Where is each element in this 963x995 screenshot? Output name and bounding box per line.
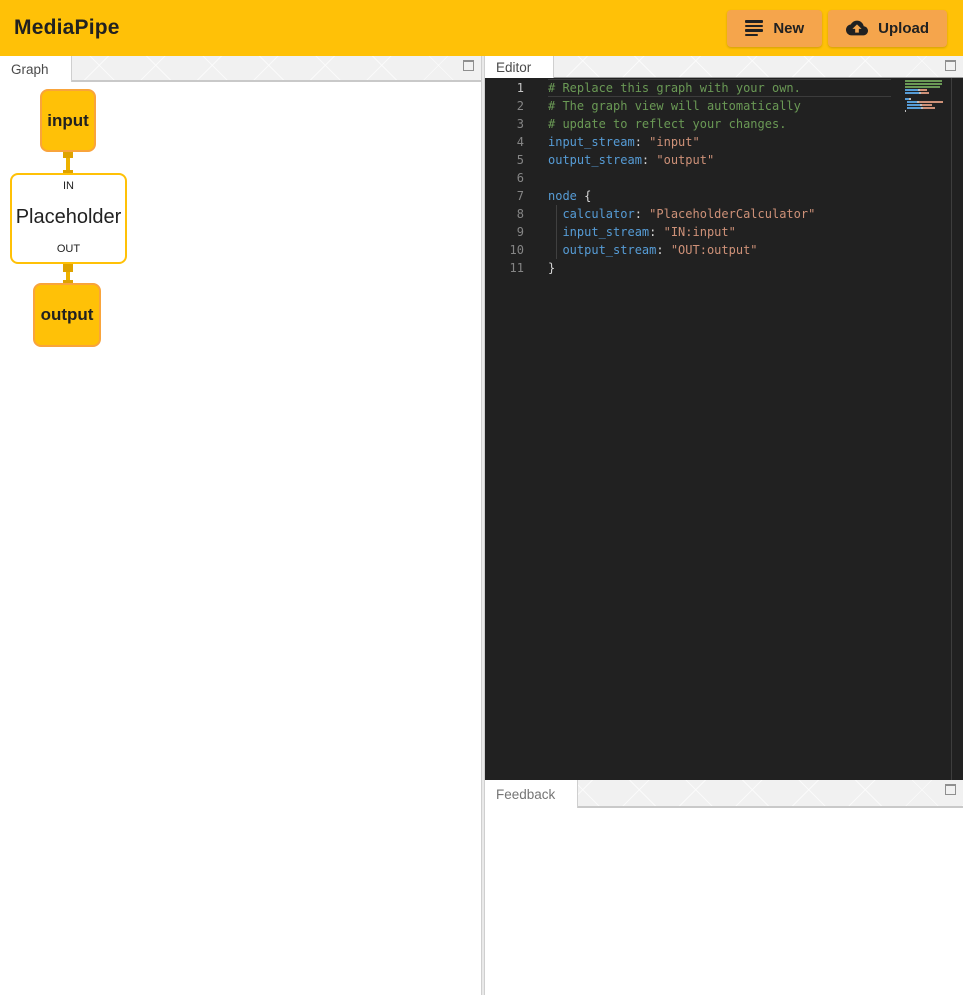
editor-line-3[interactable]: 3# update to reflect your changes. bbox=[485, 115, 891, 133]
editor-line-4[interactable]: 4input_stream: "input" bbox=[485, 133, 891, 151]
minimap-line bbox=[905, 89, 943, 91]
graph-maximize-icon[interactable] bbox=[463, 60, 474, 71]
placeholder-in-label: IN bbox=[63, 180, 74, 192]
graph-panel: Graph input IN Placeholder bbox=[0, 56, 481, 995]
line-content bbox=[548, 169, 891, 187]
cloud-upload-icon bbox=[846, 19, 868, 37]
header-buttons: New Upload bbox=[727, 10, 947, 47]
new-button-label: New bbox=[773, 20, 804, 37]
line-number: 5 bbox=[485, 151, 548, 169]
line-number: 4 bbox=[485, 133, 548, 151]
feedback-tab-label: Feedback bbox=[496, 787, 555, 802]
editor-minimap[interactable] bbox=[905, 80, 943, 113]
line-content: # update to reflect your changes. bbox=[548, 115, 891, 133]
graph-node-input[interactable]: input bbox=[40, 89, 96, 152]
editor-line-11[interactable]: 11} bbox=[485, 259, 891, 277]
minimap-line bbox=[905, 86, 943, 88]
tab-graph[interactable]: Graph bbox=[0, 56, 72, 82]
line-number: 6 bbox=[485, 169, 548, 187]
subject-icon bbox=[745, 20, 763, 36]
line-content: # The graph view will automatically bbox=[548, 97, 891, 115]
line-number: 3 bbox=[485, 115, 548, 133]
app-title: MediaPipe bbox=[14, 16, 120, 40]
editor-line-2[interactable]: 2# The graph view will automatically bbox=[485, 97, 891, 115]
editor-scrollbar[interactable] bbox=[951, 78, 952, 780]
upload-button[interactable]: Upload bbox=[828, 10, 947, 47]
minimap-line bbox=[905, 104, 943, 106]
editor-tab-row: Editor bbox=[485, 56, 963, 78]
editor-line-8[interactable]: 8 calculator: "PlaceholderCalculator" bbox=[485, 205, 891, 223]
minimap-line bbox=[905, 80, 943, 82]
line-content: output_stream: "output" bbox=[548, 151, 891, 169]
line-number: 11 bbox=[485, 259, 548, 277]
line-number: 7 bbox=[485, 187, 548, 205]
editor-line-10[interactable]: 10 output_stream: "OUT:output" bbox=[485, 241, 891, 259]
placeholder-node-label: Placeholder bbox=[16, 206, 122, 229]
output-node-label: output bbox=[41, 305, 94, 325]
line-content: } bbox=[548, 259, 891, 277]
line-content: input_stream: "IN:input" bbox=[548, 223, 891, 241]
minimap-line bbox=[905, 110, 943, 112]
tab-feedback[interactable]: Feedback bbox=[485, 780, 578, 808]
line-content: # Replace this graph with your own. bbox=[548, 79, 891, 97]
tab-editor[interactable]: Editor bbox=[485, 56, 554, 78]
app-header: MediaPipe New Upload bbox=[0, 0, 963, 56]
editor-tab-label: Editor bbox=[496, 60, 531, 75]
line-number: 10 bbox=[485, 241, 548, 259]
graph-tab-label: Graph bbox=[11, 62, 49, 77]
line-content: input_stream: "input" bbox=[548, 133, 891, 151]
right-panel: Editor 1# Replace this graph with your o… bbox=[485, 56, 963, 995]
minimap-line bbox=[905, 83, 943, 85]
minimap-line bbox=[905, 101, 943, 103]
line-number: 1 bbox=[485, 79, 548, 97]
editor-maximize-icon[interactable] bbox=[945, 60, 956, 71]
upload-button-label: Upload bbox=[878, 20, 929, 37]
editor-line-6[interactable]: 6 bbox=[485, 169, 891, 187]
graph-node-placeholder[interactable]: IN Placeholder OUT bbox=[10, 173, 127, 264]
line-number: 9 bbox=[485, 223, 548, 241]
minimap-line bbox=[905, 95, 943, 97]
graph-tab-row: Graph bbox=[0, 56, 481, 82]
graph-node-output[interactable]: output bbox=[33, 283, 101, 347]
line-content: calculator: "PlaceholderCalculator" bbox=[548, 205, 891, 223]
line-number: 8 bbox=[485, 205, 548, 223]
minimap-line bbox=[905, 98, 943, 100]
placeholder-out-label: OUT bbox=[57, 243, 80, 255]
minimap-line bbox=[905, 92, 943, 94]
main-split: Graph input IN Placeholder bbox=[0, 56, 963, 995]
editor-line-9[interactable]: 9 input_stream: "IN:input" bbox=[485, 223, 891, 241]
code-editor[interactable]: 1# Replace this graph with your own.2# T… bbox=[485, 78, 963, 780]
line-number: 2 bbox=[485, 97, 548, 115]
editor-code-lines[interactable]: 1# Replace this graph with your own.2# T… bbox=[485, 78, 891, 277]
minimap-line bbox=[905, 107, 943, 109]
mediapipe-visualizer-app: MediaPipe New Upload Graph bbox=[0, 0, 963, 995]
feedback-tab-row: Feedback bbox=[485, 780, 963, 808]
line-content: node { bbox=[548, 187, 891, 205]
line-content: output_stream: "OUT:output" bbox=[548, 241, 891, 259]
input-node-label: input bbox=[47, 111, 89, 131]
graph-canvas[interactable]: input IN Placeholder OUT output bbox=[0, 82, 481, 995]
feedback-panel-body bbox=[485, 808, 963, 995]
feedback-maximize-icon[interactable] bbox=[945, 784, 956, 795]
editor-line-5[interactable]: 5output_stream: "output" bbox=[485, 151, 891, 169]
editor-line-7[interactable]: 7node { bbox=[485, 187, 891, 205]
editor-line-1[interactable]: 1# Replace this graph with your own. bbox=[485, 79, 891, 97]
new-button[interactable]: New bbox=[727, 10, 822, 47]
